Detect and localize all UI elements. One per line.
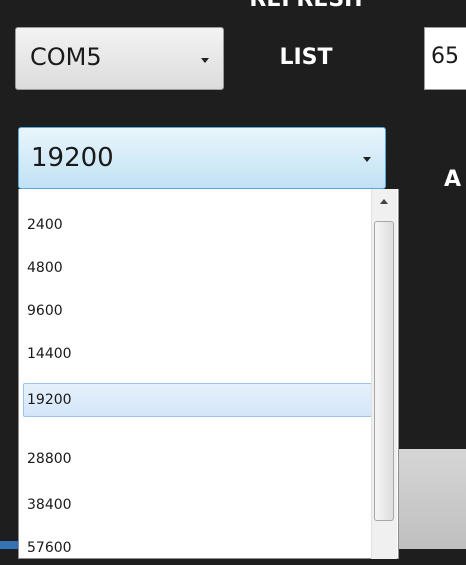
chevron-down-icon <box>363 157 371 162</box>
partial-label: A <box>444 167 462 192</box>
background-button-panel <box>399 449 466 549</box>
dropdown-option[interactable]: 28800 <box>23 442 372 476</box>
baud-rate-dropdown-list: 2400 4800 9600 14400 19200 28800 38400 5… <box>18 189 399 559</box>
dropdown-option[interactable]: 4800 <box>23 251 372 285</box>
refresh-button-label-line1: REFRESH <box>236 0 376 12</box>
value-input[interactable]: 65 <box>424 27 466 90</box>
value-input-text: 65 <box>431 44 459 69</box>
chevron-down-icon <box>201 58 209 63</box>
dropdown-option[interactable]: 2400 <box>23 208 372 242</box>
dropdown-option[interactable]: 9600 <box>23 294 372 328</box>
dropdown-option[interactable]: 38400 <box>23 488 372 522</box>
dropdown-scrollbar[interactable] <box>371 189 397 559</box>
refresh-list-button[interactable]: REFRESH LIST <box>236 0 376 100</box>
baud-rate-select-value: 19200 <box>31 143 114 173</box>
dropdown-option-selected[interactable]: 19200 <box>23 383 372 417</box>
dropdown-option[interactable]: 14400 <box>23 337 372 371</box>
refresh-button-label-line2: LIST <box>279 45 333 70</box>
port-select-value: COM5 <box>30 43 102 71</box>
baud-rate-select[interactable]: 19200 <box>18 127 386 189</box>
dropdown-option[interactable]: 57600 <box>23 531 372 565</box>
scrollbar-thumb[interactable] <box>374 221 394 521</box>
scroll-up-arrow-icon[interactable] <box>380 199 388 204</box>
port-select[interactable]: COM5 <box>15 27 224 90</box>
